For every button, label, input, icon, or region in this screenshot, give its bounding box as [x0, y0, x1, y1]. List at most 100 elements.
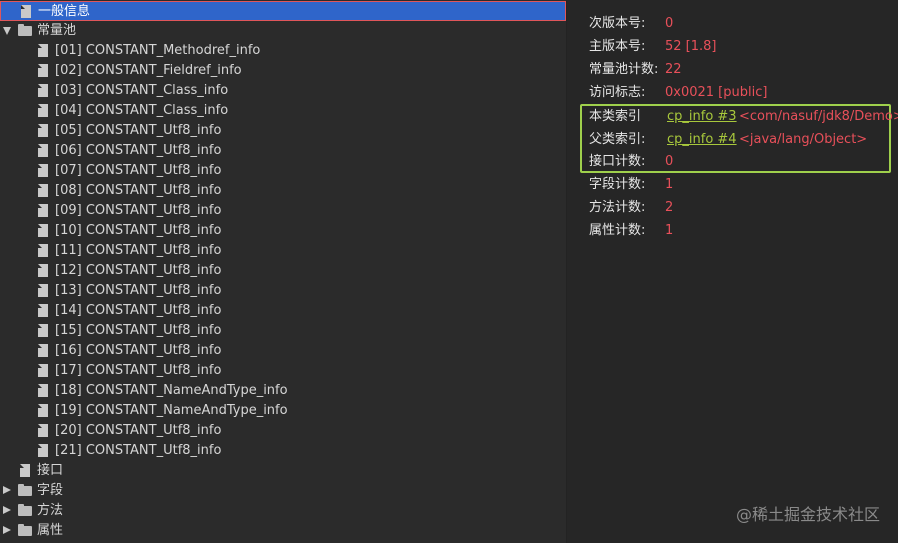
file-icon — [38, 424, 48, 437]
tree-item-constant[interactable]: [01] CONSTANT_Methodref_info — [0, 41, 566, 61]
minor-version-label: 次版本号: — [589, 16, 646, 31]
tree-item-label: 一般信息 — [38, 4, 91, 19]
tree-item-constant[interactable]: [16] CONSTANT_Utf8_info — [0, 341, 566, 361]
tree-item-constant[interactable]: [05] CONSTANT_Utf8_info — [0, 121, 566, 141]
constant-pool-count-value: 22 — [665, 62, 682, 77]
file-icon — [38, 364, 48, 377]
tree-item-label: [20] CONSTANT_Utf8_info — [55, 423, 222, 438]
tree-item-label: [01] CONSTANT_Methodref_info — [55, 43, 261, 58]
tree-item-label: [21] CONSTANT_Utf8_info — [55, 443, 222, 458]
tree-item-constant[interactable]: [13] CONSTANT_Utf8_info — [0, 281, 566, 301]
tree-item-label: [13] CONSTANT_Utf8_info — [55, 283, 222, 298]
class-structure-tree: 一般信息 常量池 [01] CONSTANT_Methodref_info [02… — [0, 0, 566, 543]
folder-icon — [18, 24, 32, 36]
tree-item-constant[interactable]: [09] CONSTANT_Utf8_info — [0, 201, 566, 221]
access-flags-label: 访问标志: — [589, 85, 646, 100]
tree-item-constant[interactable]: [10] CONSTANT_Utf8_info — [0, 221, 566, 241]
tree-item-label: [10] CONSTANT_Utf8_info — [55, 223, 222, 238]
minor-version-value: 0 — [665, 16, 674, 31]
tree-item-label: [05] CONSTANT_Utf8_info — [55, 123, 222, 138]
file-icon — [38, 64, 48, 77]
tree-item-attributes[interactable]: 属性 — [0, 521, 566, 541]
chevron-right-icon[interactable] — [3, 526, 11, 534]
this-class-cp-link[interactable]: cp_info #3 — [667, 107, 737, 127]
file-icon — [38, 104, 48, 117]
tree-item-constant[interactable]: [06] CONSTANT_Utf8_info — [0, 141, 566, 161]
tree-item-constant[interactable]: [15] CONSTANT_Utf8_info — [0, 321, 566, 341]
file-icon — [38, 204, 48, 217]
tree-item-methods[interactable]: 方法 — [0, 501, 566, 521]
access-flags-value: 0x0021 [public] — [665, 85, 768, 100]
tree-item-label: [19] CONSTANT_NameAndType_info — [55, 403, 288, 418]
tree-item-label: [02] CONSTANT_Fieldref_info — [55, 63, 242, 78]
tree-item-label: 常量池 — [37, 23, 77, 38]
tree-item-label: [06] CONSTANT_Utf8_info — [55, 143, 222, 158]
tree-item-constant[interactable]: [17] CONSTANT_Utf8_info — [0, 361, 566, 381]
fields-count-label: 字段计数: — [589, 177, 646, 192]
tree-item-constant[interactable]: [14] CONSTANT_Utf8_info — [0, 301, 566, 321]
tree-item-constant[interactable]: [03] CONSTANT_Class_info — [0, 81, 566, 101]
tree-item-label: [18] CONSTANT_NameAndType_info — [55, 383, 288, 398]
tree-item-general-info[interactable]: 一般信息 — [0, 1, 566, 21]
tree-item-label: [14] CONSTANT_Utf8_info — [55, 303, 222, 318]
tree-item-label: [03] CONSTANT_Class_info — [55, 83, 229, 98]
folder-icon — [18, 484, 32, 496]
major-version-value: 52 [1.8] — [665, 39, 717, 54]
methods-count-label: 方法计数: — [589, 200, 646, 215]
file-icon — [38, 404, 48, 417]
file-icon — [38, 264, 48, 277]
file-icon — [38, 304, 48, 317]
tree-item-constant-pool[interactable]: 常量池 — [0, 21, 566, 41]
methods-count-value: 2 — [665, 200, 674, 215]
file-icon — [38, 344, 48, 357]
file-icon — [38, 444, 48, 457]
tree-item-label: [12] CONSTANT_Utf8_info — [55, 263, 222, 278]
tree-item-label: [15] CONSTANT_Utf8_info — [55, 323, 222, 338]
major-version-label: 主版本号: — [589, 39, 646, 54]
fields-count-value: 1 — [665, 177, 674, 192]
tree-item-constant[interactable]: [12] CONSTANT_Utf8_info — [0, 261, 566, 281]
tree-item-constant[interactable]: [20] CONSTANT_Utf8_info — [0, 421, 566, 441]
tree-item-constant[interactable]: [08] CONSTANT_Utf8_info — [0, 181, 566, 201]
file-icon — [38, 184, 48, 197]
attributes-count-value: 1 — [665, 223, 674, 238]
tree-item-label: [04] CONSTANT_Class_info — [55, 103, 229, 118]
super-class-cp-link[interactable]: cp_info #4 — [667, 130, 737, 150]
tree-item-label: [09] CONSTANT_Utf8_info — [55, 203, 222, 218]
file-icon — [38, 244, 48, 257]
folder-icon — [18, 524, 32, 536]
tree-item-label: [16] CONSTANT_Utf8_info — [55, 343, 222, 358]
tree-item-label: 字段 — [37, 483, 64, 498]
attributes-count-label: 属性计数: — [589, 223, 646, 238]
chevron-right-icon[interactable] — [3, 506, 11, 514]
file-icon — [38, 324, 48, 337]
tree-item-label: [17] CONSTANT_Utf8_info — [55, 363, 222, 378]
general-info-panel: 次版本号: 0 主版本号: 52 [1.8] 常量池计数: 22 访问标志: 0… — [567, 0, 898, 543]
tree-item-constant[interactable]: [19] CONSTANT_NameAndType_info — [0, 401, 566, 421]
file-icon — [38, 164, 48, 177]
tree-item-constant[interactable]: [18] CONSTANT_NameAndType_info — [0, 381, 566, 401]
tree-item-label: [11] CONSTANT_Utf8_info — [55, 243, 222, 258]
this-class-ref: <com/nasuf/jdk8/Demo> — [739, 109, 898, 124]
tree-item-label: [08] CONSTANT_Utf8_info — [55, 183, 222, 198]
tree-item-constant[interactable]: [04] CONSTANT_Class_info — [0, 101, 566, 121]
tree-item-constant[interactable]: [21] CONSTANT_Utf8_info — [0, 441, 566, 461]
file-icon — [38, 224, 48, 237]
super-class-ref: <java/lang/Object> — [739, 132, 868, 147]
chevron-down-icon[interactable] — [3, 27, 11, 35]
tree-item-fields[interactable]: 字段 — [0, 481, 566, 501]
tree-item-constant[interactable]: [02] CONSTANT_Fieldref_info — [0, 61, 566, 81]
file-icon — [38, 384, 48, 397]
tree-item-interfaces[interactable]: 接口 — [0, 461, 566, 481]
interfaces-count-label: 接口计数: — [589, 154, 646, 169]
watermark: @稀土掘金技术社区 — [735, 505, 880, 524]
tree-item-constant[interactable]: [07] CONSTANT_Utf8_info — [0, 161, 566, 181]
chevron-right-icon[interactable] — [3, 486, 11, 494]
tree-item-label: 方法 — [37, 503, 64, 518]
folder-icon — [18, 504, 32, 516]
tree-item-constant[interactable]: [11] CONSTANT_Utf8_info — [0, 241, 566, 261]
constant-pool-count-label: 常量池计数: — [589, 62, 659, 77]
tree-item-label: [07] CONSTANT_Utf8_info — [55, 163, 222, 178]
file-icon — [38, 144, 48, 157]
this-class-label: 本类索引 — [589, 109, 642, 124]
